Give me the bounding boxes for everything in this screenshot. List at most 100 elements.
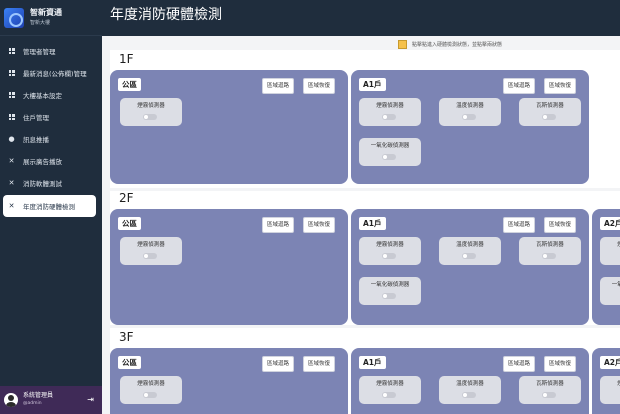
sidebar-item-label: 消防軟體測試 — [23, 180, 62, 188]
brand-title: 智新資通 — [30, 7, 62, 17]
detector-card-co[interactable]: 一氧化碳偵測器 — [359, 138, 421, 166]
sidebar-item-label: 展示廣告播放 — [23, 158, 62, 166]
unit-name: A1戶 — [359, 217, 386, 230]
zone-close-button[interactable]: 區域迴路 — [262, 217, 295, 233]
topbar: 年度消防硬體檢測 — [102, 0, 620, 36]
detector-toggle[interactable] — [542, 392, 556, 398]
brand: 智新資通 智新大樓 — [0, 0, 102, 36]
detector-label: 溫度偵測器 — [456, 103, 484, 109]
unit-name: A1戶 — [359, 356, 386, 369]
grid-icon — [8, 70, 15, 77]
zone-restore-button[interactable]: 區域恢復 — [544, 356, 577, 372]
sidebar-item-label: 最新消息(公佈欄)管理 — [23, 70, 87, 78]
detector-card-temp[interactable]: 溫度偵測器 — [439, 237, 501, 265]
detector-toggle[interactable] — [143, 253, 157, 259]
zone-close-button[interactable]: 區域迴路 — [262, 356, 295, 372]
sidebar-item-building[interactable]: 大樓基本設定 — [0, 84, 102, 106]
user-name: 系統管理員 — [23, 392, 54, 399]
detector-toggle[interactable] — [462, 392, 476, 398]
grid-icon — [8, 48, 15, 55]
detector-card-smoke[interactable]: 煙霧偵測器 — [600, 237, 620, 265]
detector-toggle[interactable] — [382, 253, 396, 259]
logout-icon[interactable]: ⇥ — [87, 395, 94, 404]
main-content: 點擊點進入硬體檢測狀態，並點擊兩狀態 1F 公區 區域迴路 區域恢復 煙霧偵測器… — [110, 36, 620, 414]
detector-toggle[interactable] — [542, 114, 556, 120]
detector-label: 煙霧偵測器 — [376, 242, 404, 248]
detector-toggle[interactable] — [382, 114, 396, 120]
detector-label: 煙霧偵測器 — [376, 103, 404, 109]
detector-card-smoke[interactable]: 煙霧偵測器 — [120, 237, 182, 265]
zone-restore-button[interactable]: 區域恢復 — [303, 356, 336, 372]
tools-icon: ✕ — [8, 202, 15, 210]
detector-card-gas[interactable]: 瓦斯偵測器 — [519, 98, 581, 126]
zone-close-button[interactable]: 區域迴路 — [503, 356, 536, 372]
page-title: 年度消防硬體檢測 — [110, 7, 222, 23]
detector-card-temp[interactable]: 溫度偵測器 — [439, 98, 501, 126]
detector-toggle[interactable] — [143, 114, 157, 120]
sidebar-item-label: 住戶管理 — [23, 114, 49, 122]
unit-name: 公區 — [118, 78, 141, 91]
floor-section-1f: 1F 公區 區域迴路 區域恢復 煙霧偵測器 A1戶 區域迴路 區域恢復 煙霧偵測… — [110, 50, 620, 188]
zone-close-button[interactable]: 區域迴路 — [503, 78, 536, 94]
detector-card-smoke[interactable]: 煙霧偵測器 — [120, 98, 182, 126]
detector-label: 瓦斯偵測器 — [536, 103, 564, 109]
detector-toggle[interactable] — [462, 253, 476, 259]
sidebar-item-label: 訊息推播 — [23, 136, 49, 144]
detector-label: 煙霧偵測器 — [137, 242, 165, 248]
detector-label: 一氧化碳偵測器 — [611, 282, 620, 288]
legend: 點擊點進入硬體檢測狀態，並點擊兩狀態 — [398, 40, 502, 49]
detector-toggle[interactable] — [462, 114, 476, 120]
floor-label: 1F — [119, 52, 134, 66]
zone-close-button[interactable]: 區域迴路 — [262, 78, 295, 94]
detector-label: 溫度偵測器 — [456, 381, 484, 387]
avatar — [4, 393, 18, 407]
zone-restore-button[interactable]: 區域恢復 — [544, 78, 577, 94]
zone-restore-button[interactable]: 區域恢復 — [303, 217, 336, 233]
detector-toggle[interactable] — [382, 154, 396, 160]
detector-card-smoke[interactable]: 煙霧偵測器 — [359, 237, 421, 265]
floor-label: 3F — [119, 330, 134, 344]
chat-icon: ● — [8, 135, 15, 143]
detector-card-gas[interactable]: 瓦斯偵測器 — [519, 237, 581, 265]
detector-card-gas[interactable]: 瓦斯偵測器 — [519, 376, 581, 404]
brand-subtitle: 智新大樓 — [30, 19, 51, 26]
detector-card-smoke[interactable]: 煙霧偵測器 — [359, 98, 421, 126]
detector-toggle[interactable] — [542, 253, 556, 259]
grid-icon — [8, 92, 15, 99]
floor-section-3f: 3F 公區 區域迴路 區域恢復 煙霧偵測器 A1戶 區域迴路 區域恢復 煙霧偵測… — [110, 328, 620, 414]
detector-toggle[interactable] — [382, 392, 396, 398]
detector-card-smoke[interactable]: 煙霧偵測器 — [359, 376, 421, 404]
detector-label: 煙霧偵測器 — [617, 242, 620, 248]
detector-label: 一氧化碳偵測器 — [370, 143, 410, 149]
detector-card-smoke[interactable]: 煙霧偵測器 — [600, 376, 620, 404]
sidebar-item-news[interactable]: 最新消息(公佈欄)管理 — [0, 62, 102, 84]
detector-label: 煙霧偵測器 — [137, 381, 165, 387]
tools-icon: ✕ — [8, 179, 15, 187]
zone-restore-button[interactable]: 區域恢復 — [303, 78, 336, 94]
user-panel: 系統管理員 @admin ⇥ — [0, 386, 102, 414]
zone-close-button[interactable]: 區域迴路 — [503, 217, 536, 233]
detector-card-co[interactable]: 一氧化碳偵測器 — [600, 277, 620, 305]
floor-label: 2F — [119, 191, 134, 205]
grid-icon — [8, 114, 15, 121]
detector-toggle[interactable] — [382, 293, 396, 299]
sidebar-item-fire-software[interactable]: ✕ 消防軟體測試 — [0, 172, 102, 194]
sidebar-item-admin[interactable]: 管理者管理 — [0, 40, 102, 62]
unit-name: 公區 — [118, 356, 141, 369]
detector-toggle[interactable] — [143, 392, 157, 398]
tools-icon: ✕ — [8, 157, 15, 165]
detector-card-temp[interactable]: 溫度偵測器 — [439, 376, 501, 404]
sidebar-item-label: 大樓基本設定 — [23, 92, 62, 100]
sidebar-item-residents[interactable]: 住戶管理 — [0, 106, 102, 128]
detector-label: 煙霧偵測器 — [137, 103, 165, 109]
zone-restore-button[interactable]: 區域恢復 — [544, 217, 577, 233]
unit-public: 公區 區域迴路 區域恢復 煙霧偵測器 — [110, 209, 348, 325]
sidebar-item-fire-hardware[interactable]: ✕ 年度消防硬體檢測 — [3, 195, 96, 217]
detector-card-smoke[interactable]: 煙霧偵測器 — [120, 376, 182, 404]
sidebar-item-ads[interactable]: ✕ 展示廣告播放 — [0, 150, 102, 172]
detector-label: 瓦斯偵測器 — [536, 242, 564, 248]
user-account: @admin — [23, 401, 42, 406]
unit-a1: A1戶 區域迴路 區域恢復 煙霧偵測器 溫度偵測器 瓦斯偵測器 一氧化碳偵測器 — [351, 70, 589, 184]
detector-card-co[interactable]: 一氧化碳偵測器 — [359, 277, 421, 305]
sidebar-item-push[interactable]: ● 訊息推播 — [0, 128, 102, 150]
